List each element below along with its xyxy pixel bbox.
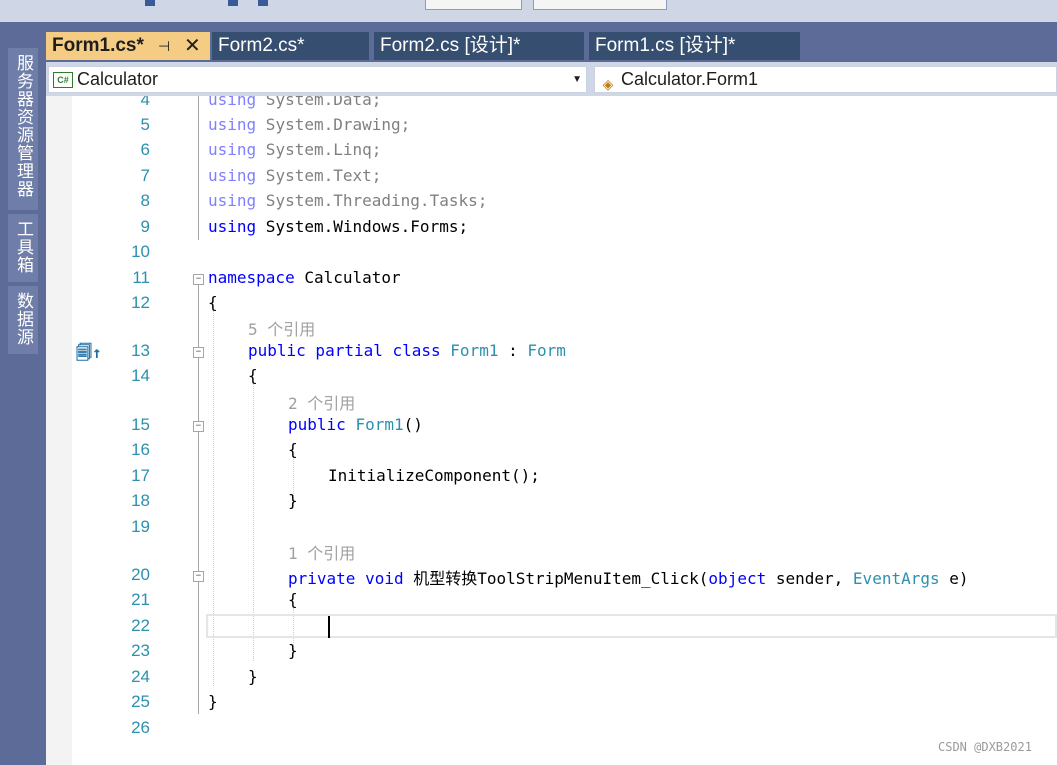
current-line-highlight bbox=[206, 614, 1057, 638]
code-line: InitializeComponent(); bbox=[328, 466, 540, 485]
toolbar-combo[interactable] bbox=[425, 0, 522, 10]
close-icon[interactable]: ✕ bbox=[184, 32, 201, 60]
pin-icon[interactable]: ⊣ bbox=[158, 32, 170, 60]
code-line: using System.Windows.Forms; bbox=[208, 217, 469, 236]
codelens-references[interactable]: 2 个引用 bbox=[288, 390, 355, 414]
line-number: 19 bbox=[131, 517, 150, 536]
code-line: { bbox=[288, 590, 298, 609]
tab-form2-cs[interactable]: Form2.cs* bbox=[212, 32, 369, 60]
line-number: 5 bbox=[140, 115, 150, 134]
line-number: 18 bbox=[131, 491, 150, 510]
outline-line bbox=[198, 96, 199, 240]
project-dropdown[interactable]: C# Calculator ▼ bbox=[48, 66, 587, 93]
line-number: 15 bbox=[131, 415, 150, 434]
class-icon: ◈ bbox=[602, 76, 614, 93]
line-number: 13 bbox=[131, 341, 150, 360]
tab-label: Form1.cs* bbox=[52, 35, 144, 56]
tab-label: Form2.cs* bbox=[218, 35, 305, 56]
code-line: using System.Text; bbox=[208, 166, 382, 185]
tab-form1-cs[interactable]: Form1.cs* ⊣ ✕ bbox=[46, 32, 210, 60]
server-explorer-tab[interactable]: 服务器资源管理器 bbox=[8, 48, 38, 210]
watermark: CSDN @DXB2021 bbox=[938, 740, 1032, 754]
line-number: 10 bbox=[131, 242, 150, 261]
collapse-icon[interactable]: − bbox=[193, 421, 204, 432]
glyph-margin bbox=[46, 96, 72, 765]
code-line: public partial class Form1 : Form bbox=[248, 341, 566, 360]
csharp-icon: C# bbox=[53, 72, 73, 89]
code-line: using System.Threading.Tasks; bbox=[208, 191, 488, 210]
line-number: 24 bbox=[131, 667, 150, 686]
line-number: 8 bbox=[140, 191, 150, 210]
data-sources-tab[interactable]: 数据源 bbox=[8, 286, 38, 354]
line-number: 11 bbox=[132, 268, 150, 287]
code-line: using System.Data; bbox=[208, 96, 382, 109]
code-line: { bbox=[288, 440, 298, 459]
toolbar-icon[interactable] bbox=[145, 0, 155, 6]
line-number: 16 bbox=[131, 440, 150, 459]
codelens-references[interactable]: 1 个引用 bbox=[288, 540, 355, 564]
collapse-icon[interactable]: − bbox=[193, 571, 204, 582]
code-editor[interactable]: 🗐↑ 4 5 6 7 8 9 10 11 12 13 14 15 16 17 1… bbox=[46, 96, 1057, 765]
tab-label: Form2.cs [设计]* bbox=[380, 35, 521, 56]
toolbar-combo[interactable] bbox=[533, 0, 667, 10]
toolbar-icon[interactable] bbox=[258, 0, 268, 6]
chevron-down-icon[interactable]: ▼ bbox=[572, 67, 582, 92]
line-number: 9 bbox=[140, 217, 150, 236]
code-line: using System.Drawing; bbox=[208, 115, 411, 134]
code-line: } bbox=[208, 692, 218, 711]
code-line: using System.Linq; bbox=[208, 140, 382, 159]
collapse-icon[interactable]: − bbox=[193, 347, 204, 358]
collapse-icon[interactable]: − bbox=[193, 274, 204, 285]
code-line: { bbox=[208, 293, 218, 312]
code-line: namespace Calculator bbox=[208, 268, 401, 287]
line-number: 20 bbox=[131, 565, 150, 584]
tab-form1-design[interactable]: Form1.cs [设计]* bbox=[589, 32, 800, 60]
line-number: 25 bbox=[131, 692, 150, 711]
navigation-bar: C# Calculator ▼ ◈ Calculator.Form1 bbox=[46, 62, 1057, 96]
line-number: 7 bbox=[140, 166, 150, 185]
project-name: Calculator bbox=[77, 69, 159, 89]
code-line: } bbox=[288, 491, 298, 510]
document-tab-strip: Form1.cs* ⊣ ✕ Form2.cs* Form2.cs [设计]* F… bbox=[46, 22, 1057, 62]
code-line: { bbox=[248, 366, 258, 385]
toolbar-icon[interactable] bbox=[228, 0, 238, 6]
code-line: public Form1() bbox=[288, 415, 423, 434]
line-number: 6 bbox=[140, 140, 150, 159]
line-number: 14 bbox=[131, 366, 150, 385]
tab-form2-design[interactable]: Form2.cs [设计]* bbox=[374, 32, 584, 60]
toolbar-strip bbox=[0, 0, 1057, 22]
line-number: 22 bbox=[131, 616, 150, 635]
tab-label: Form1.cs [设计]* bbox=[595, 35, 736, 56]
line-number: 23 bbox=[131, 641, 150, 660]
codelens-references[interactable]: 5 个引用 bbox=[248, 316, 315, 340]
line-number: 21 bbox=[131, 590, 150, 609]
code-line: } bbox=[248, 667, 258, 686]
side-panel-bar: 服务器资源管理器 工具箱 数据源 bbox=[0, 22, 46, 765]
toolbox-tab[interactable]: 工具箱 bbox=[8, 214, 38, 282]
code-line: private void 机型转换ToolStripMenuItem_Click… bbox=[288, 569, 969, 588]
line-number: 17 bbox=[131, 466, 150, 485]
line-number: 4 bbox=[140, 96, 150, 109]
text-caret bbox=[328, 616, 330, 638]
line-number: 26 bbox=[131, 718, 150, 737]
class-name: Calculator.Form1 bbox=[621, 69, 759, 89]
code-line: } bbox=[288, 641, 298, 660]
class-dropdown[interactable]: ◈ Calculator.Form1 bbox=[594, 66, 1057, 93]
class-indicator-icon[interactable]: 🗐↑ bbox=[76, 342, 102, 369]
line-number: 12 bbox=[131, 293, 150, 312]
